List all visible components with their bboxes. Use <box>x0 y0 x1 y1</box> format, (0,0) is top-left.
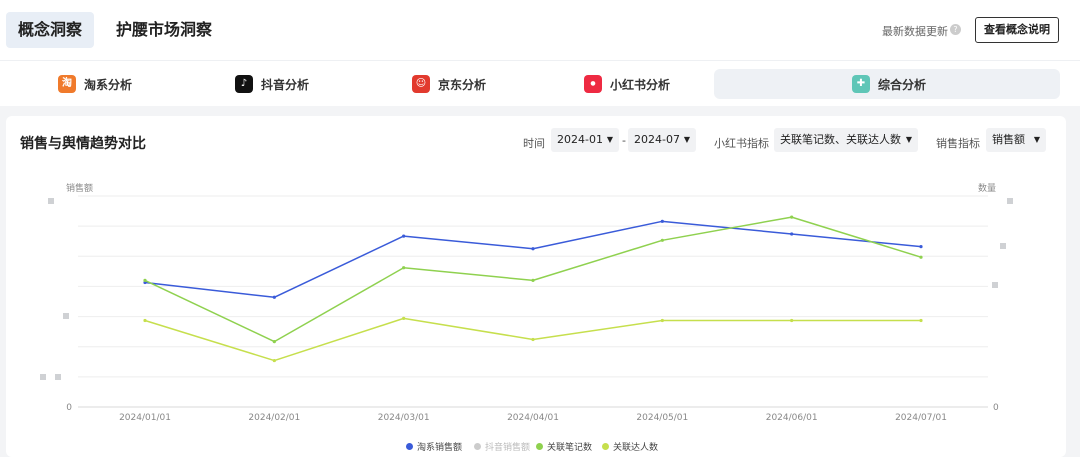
data-point <box>531 337 535 342</box>
x-tick-label: 2024/05/01 <box>636 413 688 423</box>
top-bar: 概念洞察 护腰市场洞察 最新数据更新 ? 查看概念说明 <box>0 0 1080 60</box>
legend-dot <box>474 443 481 450</box>
tab-label: 抖音分析 <box>261 77 310 92</box>
xiaohongshu-icon: ● <box>584 75 602 93</box>
legend-label: 关联达人数 <box>613 443 659 453</box>
legend-label: 淘系销售额 <box>417 443 463 453</box>
data-point <box>660 238 664 242</box>
data-point <box>531 278 535 282</box>
tab-jd[interactable]: ☺ 京东分析 <box>412 69 486 99</box>
legend-dot <box>406 443 413 450</box>
tab-composite[interactable]: ✚ 综合分析 <box>714 69 1060 99</box>
tab-market-insight[interactable]: 护腰市场洞察 <box>104 12 224 48</box>
view-concept-button[interactable]: 查看概念说明 <box>975 17 1059 43</box>
redacted-tick <box>55 374 61 380</box>
x-tick-label: 2024/06/01 <box>766 413 818 423</box>
data-point <box>402 316 406 320</box>
data-point <box>790 232 794 236</box>
x-tick-label: 2024/03/01 <box>378 413 430 423</box>
y-left-zero-label: 0 <box>66 403 72 413</box>
x-tick-label: 2024/07/01 <box>895 413 947 423</box>
data-point <box>790 215 794 219</box>
tab-xiaohongshu[interactable]: ● 小红书分析 <box>584 69 670 99</box>
trend-chart: 2024/01/01 2024/02/01 2024/03/01 2024/04/01… <box>66 195 999 423</box>
help-icon[interactable]: ? <box>950 24 961 35</box>
redacted-tick <box>63 313 69 319</box>
update-text: 最新数据更新 <box>882 25 948 38</box>
jd-icon: ☺ <box>412 75 430 93</box>
douyin-icon: ♪ <box>235 75 253 93</box>
legend-dot <box>602 443 609 450</box>
legend-item[interactable]: 淘系销售额 <box>406 440 462 453</box>
platform-tabs: 淘 淘系分析 ♪ 抖音分析 ☺ 京东分析 ● 小红书分析 ✚ 综合分析 <box>0 60 1080 106</box>
data-point <box>531 247 535 251</box>
data-point <box>660 219 664 223</box>
data-point <box>272 339 276 344</box>
data-point <box>143 318 147 323</box>
redacted-tick <box>48 198 54 204</box>
composite-icon: ✚ <box>852 75 870 93</box>
x-tick-label: 2024/01/01 <box>119 413 171 423</box>
legend-label: 抖音销售额 <box>485 443 531 453</box>
data-point <box>919 255 923 259</box>
y-right-zero-label: 0 <box>993 403 999 413</box>
x-tick-label: 2024/04/01 <box>507 413 559 423</box>
tab-taobao[interactable]: 淘 淘系分析 <box>58 69 132 99</box>
legend-item[interactable]: 关联达人数 <box>602 440 658 453</box>
series-line <box>144 220 922 299</box>
data-point <box>790 318 794 323</box>
tab-label: 京东分析 <box>438 77 487 92</box>
redacted-tick <box>1000 243 1006 249</box>
data-point <box>272 358 276 363</box>
data-point <box>919 245 923 249</box>
data-point <box>143 278 147 282</box>
taobao-icon: 淘 <box>58 75 76 93</box>
redacted-tick <box>1007 198 1013 204</box>
tab-label: 淘系分析 <box>84 77 133 92</box>
tab-label: 小红书分析 <box>610 77 671 92</box>
data-point <box>402 234 406 238</box>
legend-dot <box>536 443 543 450</box>
tab-douyin[interactable]: ♪ 抖音分析 <box>235 69 309 99</box>
data-point <box>402 266 406 270</box>
trend-card: 销售与舆情趋势对比 时间 2024-01 ▼ - 2024-07 ▼ 小红书指标 关… <box>6 116 1066 457</box>
redacted-tick <box>40 374 46 380</box>
tab-label: 综合分析 <box>878 77 927 92</box>
data-point <box>272 295 276 299</box>
legend-item[interactable]: 抖音销售额 <box>474 440 530 453</box>
x-tick-label: 2024/02/01 <box>248 413 300 423</box>
redacted-tick <box>992 282 998 288</box>
tab-concept-insight[interactable]: 概念洞察 <box>6 12 95 48</box>
data-point <box>660 318 664 323</box>
legend-item[interactable]: 关联笔记数 <box>536 440 592 453</box>
data-point <box>919 318 923 323</box>
legend-label: 关联笔记数 <box>547 443 593 453</box>
